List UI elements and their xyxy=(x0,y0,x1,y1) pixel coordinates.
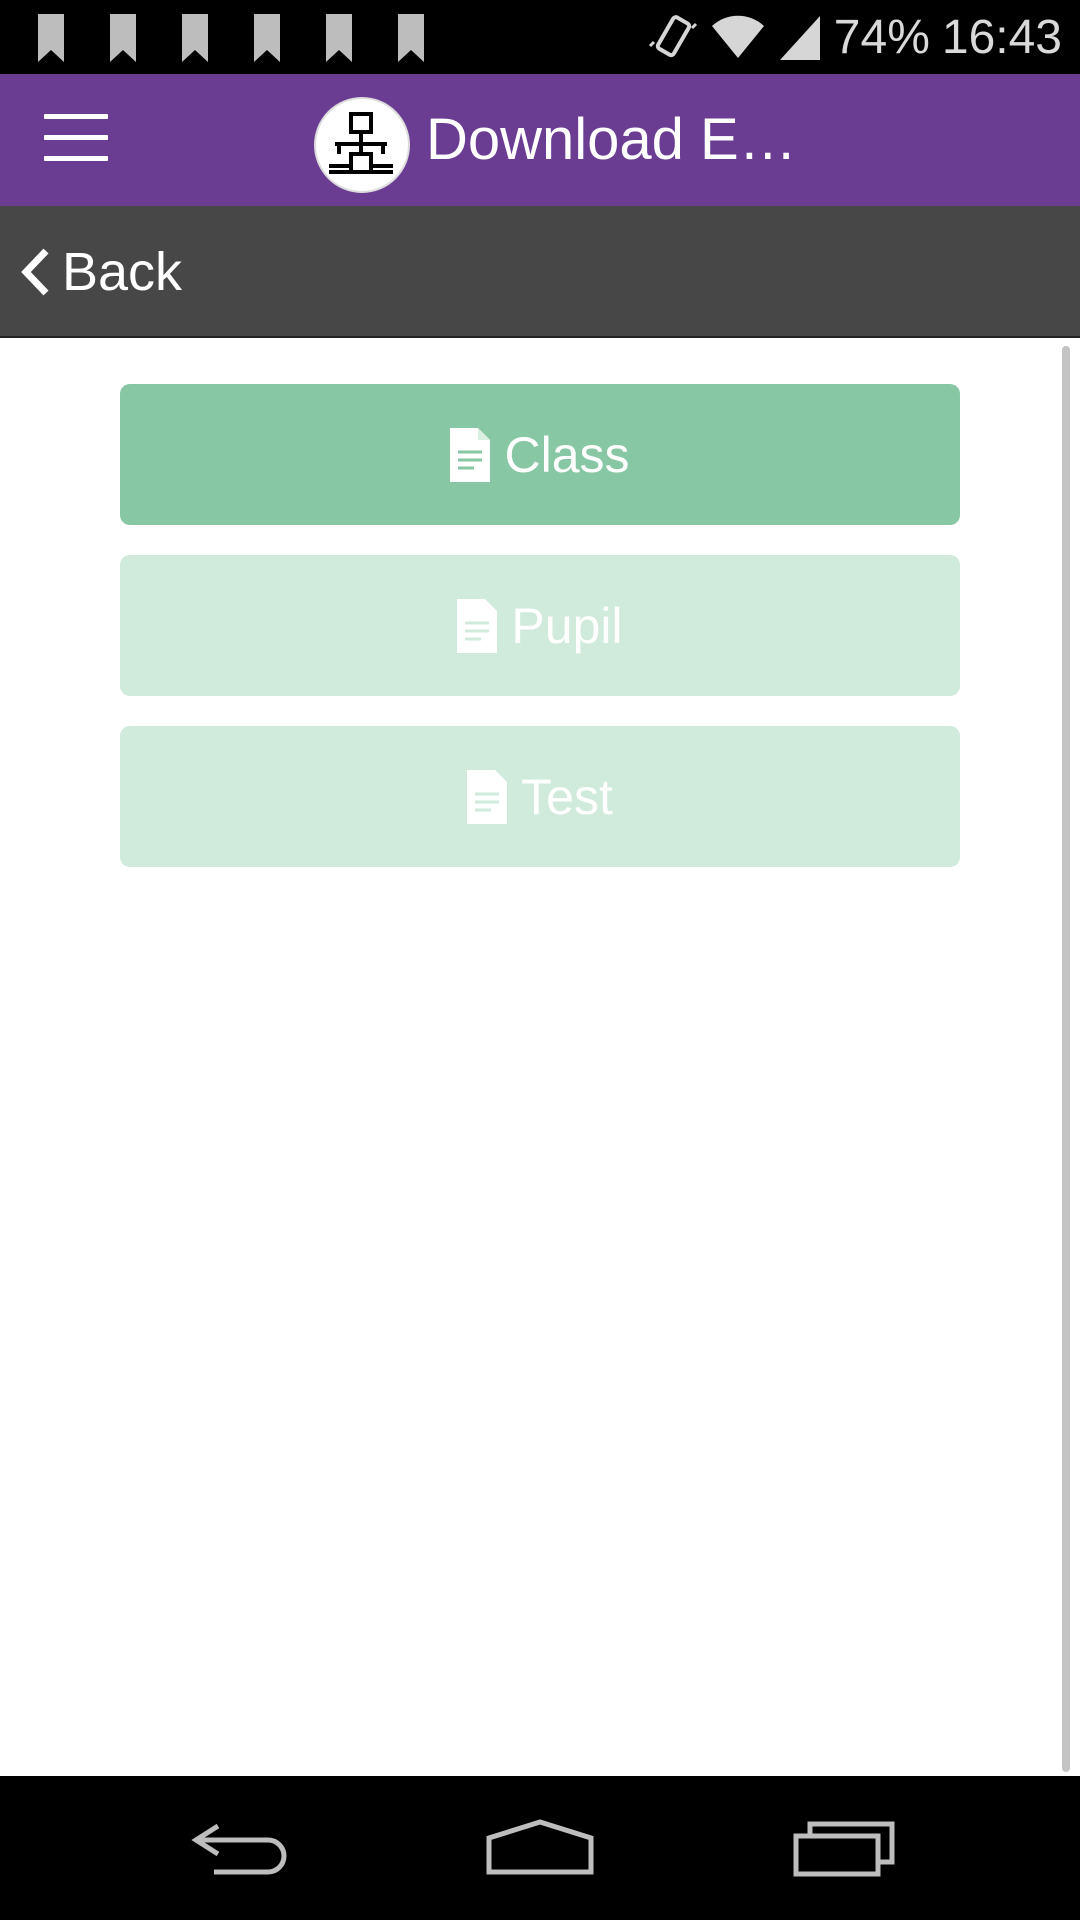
chevron-left-icon xyxy=(21,248,49,296)
test-button[interactable]: Test xyxy=(120,726,960,867)
hamburger-menu-icon[interactable] xyxy=(44,114,108,166)
wifi-icon xyxy=(711,15,764,59)
bookmark-icon xyxy=(398,14,424,62)
page-title: Download E… xyxy=(426,107,797,172)
bookmark-icon xyxy=(182,14,208,62)
status-right: 74% 16:43 xyxy=(648,0,1062,74)
test-button-label: Test xyxy=(521,768,613,825)
bookmark-icon xyxy=(38,14,64,62)
clock: 16:43 xyxy=(941,10,1062,64)
document-icon xyxy=(450,427,491,482)
notification-icons xyxy=(38,14,424,62)
pupil-button[interactable]: Pupil xyxy=(120,555,960,696)
signal-icon xyxy=(779,16,820,60)
app-bar: Download E… xyxy=(0,74,1080,206)
main-content: Class Pupil Test xyxy=(0,338,1080,1776)
class-button-label: Class xyxy=(504,426,630,483)
back-label: Back xyxy=(62,242,183,302)
status-bar: 74% 16:43 xyxy=(0,0,1080,74)
document-icon xyxy=(457,598,498,653)
recent-apps-icon[interactable] xyxy=(784,1806,904,1890)
sub-bar: Back xyxy=(0,206,1080,338)
class-button[interactable]: Class xyxy=(120,384,960,525)
bookmark-icon xyxy=(254,14,280,62)
document-icon xyxy=(467,769,508,824)
home-nav-icon[interactable] xyxy=(480,1806,600,1890)
back-nav-icon[interactable] xyxy=(180,1806,300,1890)
navigation-bar xyxy=(0,1776,1080,1920)
bookmark-icon xyxy=(326,14,352,62)
network-hierarchy-icon xyxy=(314,97,410,193)
pupil-button-label: Pupil xyxy=(511,597,623,654)
back-button[interactable]: Back xyxy=(20,236,182,308)
battery-level: 74% xyxy=(833,10,930,64)
bookmark-icon xyxy=(110,14,136,62)
vibrate-icon xyxy=(648,15,697,58)
scrollbar[interactable] xyxy=(1062,346,1070,1772)
